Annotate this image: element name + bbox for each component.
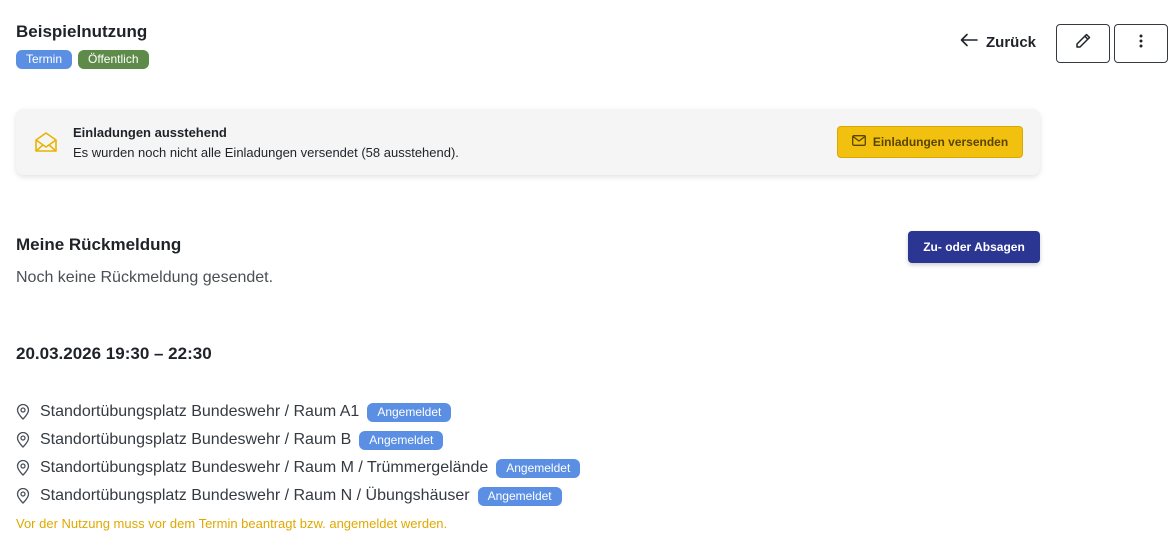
alert-title: Einladungen ausstehend <box>73 125 227 140</box>
page-title: Beispielnutzung <box>16 22 148 41</box>
location-item: Standortübungsplatz Bundeswehr / Raum B … <box>16 426 580 454</box>
status-badge: Angemeldet <box>359 430 444 450</box>
envelope-open-icon <box>34 131 58 158</box>
invitation-alert: Einladungen ausstehend Es wurden noch ni… <box>16 109 1040 175</box>
location-item: Standortübungsplatz Bundeswehr / Raum M … <box>16 454 581 482</box>
event-date: 20.03.2026 19:30 – 22:30 <box>16 344 212 363</box>
map-pin-icon <box>16 460 32 476</box>
location-item: Standortübungsplatz Bundeswehr / Raum A1… <box>16 398 580 426</box>
respond-button[interactable]: Zu- oder Absagen <box>908 231 1040 263</box>
location-name: Standortübungsplatz Bundeswehr / Raum A1 <box>40 403 360 420</box>
more-vertical-icon <box>1139 34 1143 53</box>
status-badge: Angemeldet <box>496 458 581 478</box>
back-label: Zurück <box>986 33 1037 51</box>
visibility-badge: Öffentlich <box>78 50 149 69</box>
response-status-text: Noch keine Rückmeldung gesendet. <box>16 269 274 286</box>
envelope-icon <box>851 135 866 149</box>
more-options-button[interactable] <box>1114 24 1168 63</box>
map-pin-icon <box>16 404 32 420</box>
pencil-icon <box>1074 32 1092 55</box>
type-badge: Termin <box>16 50 73 69</box>
location-list: Standortübungsplatz Bundeswehr / Raum A1… <box>16 398 581 510</box>
location-name: Standortübungsplatz Bundeswehr / Raum M … <box>40 459 489 476</box>
back-link[interactable]: Zurück <box>960 33 1036 51</box>
map-pin-icon <box>16 432 32 448</box>
page: Beispielnutzung Termin Öffentlich Zurück <box>0 0 1176 553</box>
send-invitations-label: Einladungen versenden <box>872 135 1009 149</box>
status-badge: Angemeldet <box>367 402 452 422</box>
alert-text: Es wurden noch nicht alle Einladungen ve… <box>73 145 459 160</box>
send-invitations-button[interactable]: Einladungen versenden <box>837 126 1023 158</box>
registration-note: Vor der Nutzung muss vor dem Termin bean… <box>16 516 448 531</box>
location-name: Standortübungsplatz Bundeswehr / Raum N … <box>40 487 470 504</box>
status-badge: Angemeldet <box>477 486 562 506</box>
edit-button[interactable] <box>1056 24 1110 63</box>
arrow-left-icon <box>960 33 978 51</box>
map-pin-icon <box>16 488 32 504</box>
location-item: Standortübungsplatz Bundeswehr / Raum N … <box>16 482 580 510</box>
badge-group: Termin Öffentlich <box>16 50 149 69</box>
response-heading: Meine Rückmeldung <box>16 235 182 254</box>
location-name: Standortübungsplatz Bundeswehr / Raum B <box>40 431 352 448</box>
